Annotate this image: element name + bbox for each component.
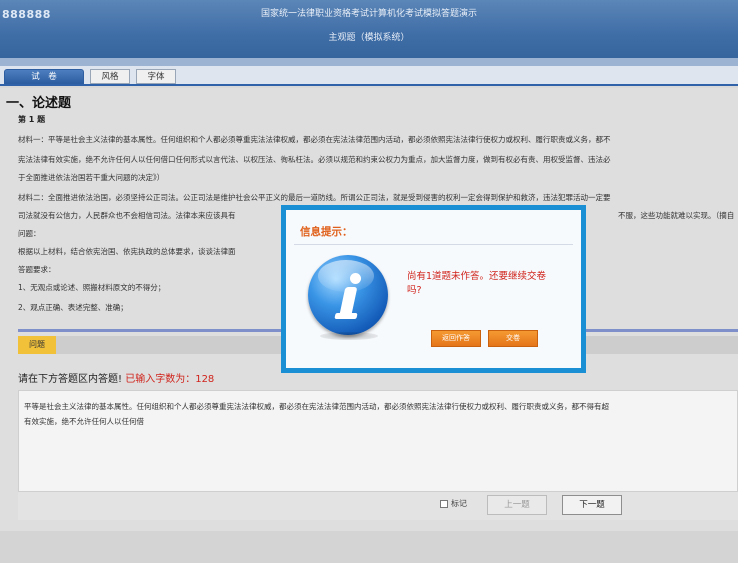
requirement-item: 1、无观点或论述、照搬材料原文的不得分； (18, 283, 166, 292)
material-line: 材料二：全面推进依法治国，必须坚持公正司法。公正司法是维护社会公平正义的最后一道… (18, 193, 611, 202)
bottom-strip (0, 531, 738, 563)
info-icon (308, 255, 388, 335)
tab-bar: 试 卷 风格 字体 (0, 66, 738, 86)
icon-foot (334, 313, 358, 319)
question-text: 根据以上材料，结合依宪治国、依宪执政的总体要求，谈谈法律面 (18, 247, 236, 256)
dialog-separator (294, 244, 573, 245)
icon-shadow (320, 332, 378, 340)
answer-text-line: 平等是社会主义法律的基本属性。任何组织和个人都必须尊重宪法法律权威，都必须在宪法… (24, 402, 609, 411)
question-tag[interactable]: 问题 (18, 336, 56, 354)
prev-question-button[interactable]: 上一题 (487, 495, 547, 515)
info-dialog-body: 信息提示： 尚有1道题未作答。还要继续交卷吗? 返回作答 交卷 (286, 210, 581, 368)
exam-header: 888888 国家统一法律职业资格考试计算机化考试模拟答题演示 主观题（模拟系统… (0, 0, 738, 66)
material-line: 材料一：平等是社会主义法律的基本属性。任何组织和个人都必须尊重宪法法律权威，都必… (18, 135, 611, 144)
checkbox-icon[interactable] (440, 499, 448, 508)
answer-prompt: 请在下方答题区内答题! 已输入字数为：128 (18, 370, 214, 385)
mark-checkbox[interactable]: 标记 (440, 498, 467, 509)
tab-style[interactable]: 风格 (90, 69, 130, 84)
section-title: 一、论述题 (6, 96, 72, 111)
header-band (0, 58, 738, 66)
material-line-tail: 不服，这些功能就难以实现。（摘自 (618, 211, 735, 220)
back-to-answer-button[interactable]: 返回作答 (431, 330, 481, 347)
material-line: 宪法法律有效实施，绝不允许任何人以任何借口任何形式以言代法、以权压法、徇私枉法。… (18, 155, 611, 164)
requirements-label: 答题要求： (18, 265, 56, 274)
tab-paper[interactable]: 试 卷 (4, 69, 84, 84)
answer-text-line: 有效实施，绝不允许任何人以任何借 (24, 417, 144, 426)
next-question-button[interactable]: 下一题 (562, 495, 622, 515)
char-count-label: 已输入字数为： (125, 374, 196, 385)
char-count: 128 (195, 374, 215, 385)
requirement-item: 2、观点正确、表述完整、准确； (18, 303, 128, 312)
exam-subtitle: 主观题（模拟系统） (328, 33, 410, 43)
dialog-title: 信息提示： (300, 226, 353, 238)
icon-dot (350, 273, 361, 284)
answer-footer (18, 492, 738, 520)
material-line: 司法就没有公信力，人民群众也不会相信司法。法律本来应该具有 (18, 211, 236, 220)
info-dialog: 信息提示： 尚有1道题未作答。还要继续交卷吗? 返回作答 交卷 (281, 205, 586, 373)
dialog-message: 尚有1道题未作答。还要继续交卷吗? (407, 271, 547, 296)
question-label: 问题： (18, 229, 41, 238)
submit-exam-button[interactable]: 交卷 (488, 330, 538, 347)
tab-font[interactable]: 字体 (136, 69, 176, 84)
exam-title: 国家统一法律职业资格考试计算机化考试模拟答题演示 (260, 9, 477, 19)
answer-prompt-text: 请在下方答题区内答题! (18, 374, 123, 385)
material-line: 于全面推进依法治国若干重大问题的决定》） (18, 173, 165, 182)
mark-label: 标记 (451, 499, 467, 508)
question-number: 第 1 题 (18, 115, 46, 124)
answer-textarea[interactable]: 平等是社会主义法律的基本属性。任何组织和个人都必须尊重宪法法律权威，都必须在宪法… (18, 390, 738, 492)
